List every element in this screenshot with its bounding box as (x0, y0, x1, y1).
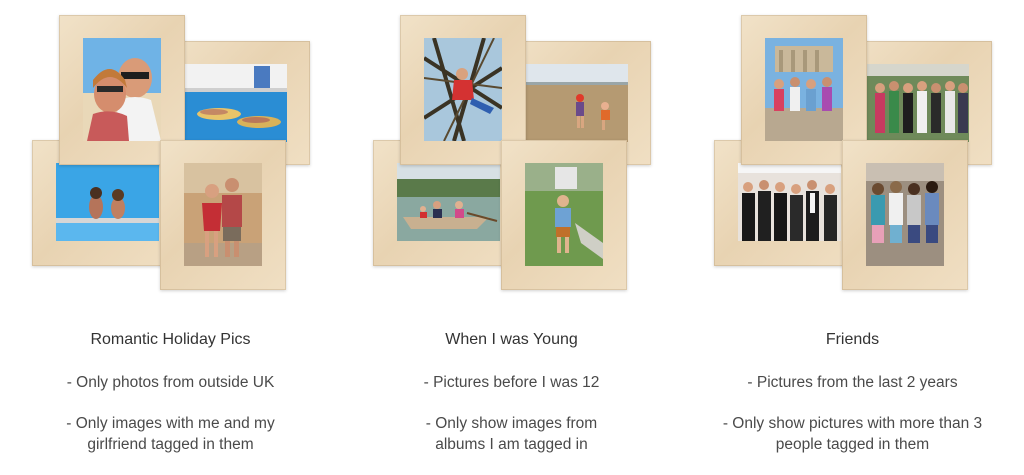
album-rule: - Only show pictures with more than 3 pe… (682, 413, 1023, 455)
album-rule: - Only show images from albums I am tagg… (341, 413, 682, 455)
album-title: When I was Young (445, 331, 578, 348)
photo-couple-standing[interactable] (184, 163, 262, 266)
album-title: Friends (825, 331, 880, 348)
rule-line: - Only show pictures with more than 3 (722, 415, 983, 432)
rule-line: - Only show images from (425, 415, 598, 432)
album-title: Romantic Holiday Pics (90, 331, 251, 348)
photo-group-black-tie[interactable] (738, 163, 841, 241)
photo-rowing-boat[interactable] (397, 163, 500, 241)
photo-group-on-terrace[interactable] (866, 64, 969, 142)
photo-group-from-behind[interactable] (866, 163, 944, 266)
album-card-friends[interactable]: Friends - Pictures from the last 2 years… (682, 0, 1023, 475)
photo-pool-floating[interactable] (184, 64, 287, 142)
album-rule: - Only images with me and my girlfriend … (0, 413, 341, 455)
photo-collage (682, 0, 1023, 300)
album-card-romantic[interactable]: Romantic Holiday Pics - Only photos from… (0, 0, 341, 475)
album-rule: - Pictures from the last 2 years (682, 372, 1023, 393)
photo-couple-selfie[interactable] (83, 38, 161, 141)
photo-frame (160, 140, 286, 290)
album-rule: - Only photos from outside UK (0, 372, 341, 393)
rule-line: - Pictures from the last 2 years (747, 374, 958, 391)
album-rule: - Pictures before I was 12 (341, 372, 682, 393)
rule-line: girlfriend tagged in them (87, 436, 254, 453)
photo-frame (501, 140, 627, 290)
photo-children-on-beach[interactable] (525, 64, 628, 142)
photo-pool-sitting[interactable] (56, 163, 159, 241)
album-card-young[interactable]: When I was Young - Pictures before I was… (341, 0, 682, 475)
rule-line: people tagged in them (775, 436, 930, 453)
rule-line: - Only images with me and my (66, 415, 275, 432)
photo-collage (0, 0, 341, 300)
photo-group-at-ruins[interactable] (765, 38, 843, 141)
photo-collage (341, 0, 682, 300)
photo-child-in-tree[interactable] (424, 38, 502, 141)
photo-frame (842, 140, 968, 290)
rule-line: albums I am tagged in (435, 436, 588, 453)
rule-line: - Pictures before I was 12 (423, 374, 600, 391)
rule-line: - Only photos from outside UK (66, 374, 275, 391)
photo-boy-on-lawn[interactable] (525, 163, 603, 266)
